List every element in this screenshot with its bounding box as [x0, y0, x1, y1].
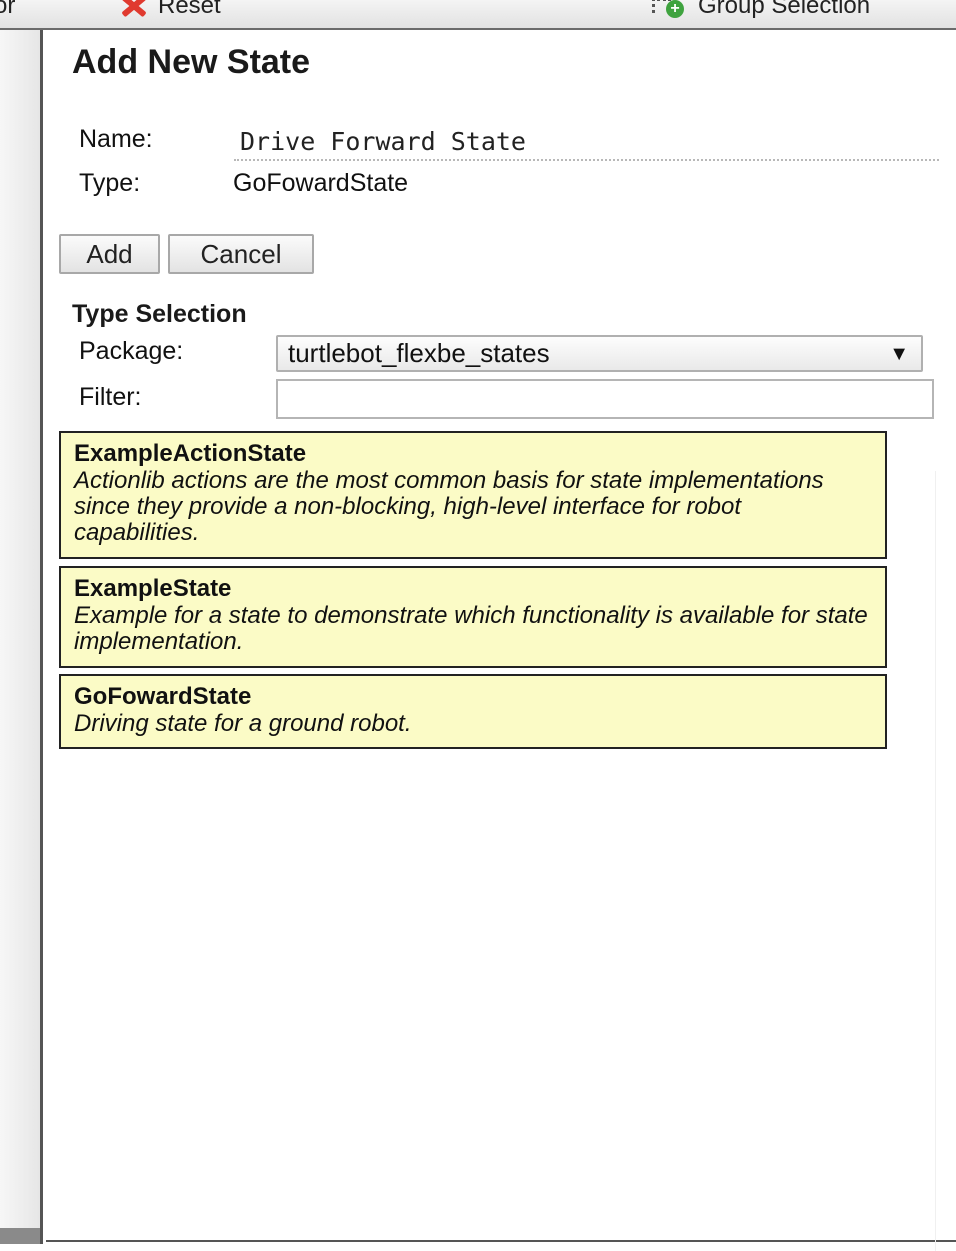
reset-label: Reset [158, 0, 221, 19]
filter-label: Filter: [79, 383, 142, 411]
add-state-dialog: Add New State Name: Type: GoFowardState … [46, 31, 956, 1251]
toolbar-cut-label: or [0, 0, 16, 19]
top-toolbar: or Reset + Group Selection [0, 0, 956, 30]
name-label: Name: [79, 125, 153, 153]
state-item-name: ExampleState [74, 575, 232, 602]
group-selection-button[interactable]: + Group Selection [650, 0, 870, 20]
group-selection-icon: + [650, 0, 688, 18]
group-selection-label: Group Selection [698, 0, 871, 19]
state-list-item[interactable]: ExampleState Example for a state to demo… [59, 566, 887, 668]
type-selection-heading: Type Selection [72, 300, 247, 328]
panel-divider [935, 471, 936, 1251]
toolbar-cut-item[interactable]: or [0, 0, 15, 20]
state-list-item[interactable]: GoFowardState Driving state for a ground… [59, 674, 887, 749]
dropdown-arrow-icon: ▼ [889, 343, 909, 365]
state-item-description: Actionlib actions are the most common ba… [74, 467, 824, 546]
package-select[interactable]: turtlebot_flexbe_states ▼ [276, 335, 923, 372]
state-item-description: Example for a state to demonstrate which… [74, 602, 868, 655]
state-list-item[interactable]: ExampleActionState Actionlib actions are… [59, 431, 887, 559]
cancel-button[interactable]: Cancel [168, 234, 314, 274]
scrollbar[interactable] [0, 1228, 40, 1244]
state-item-name: GoFowardState [74, 683, 252, 710]
filter-input[interactable] [276, 379, 934, 419]
background-canvas-strip [0, 30, 43, 1244]
add-button[interactable]: Add [59, 234, 160, 274]
package-label: Package: [79, 337, 184, 365]
dialog-title: Add New State [72, 43, 311, 81]
package-select-value: turtlebot_flexbe_states [288, 338, 550, 368]
type-label: Type: [79, 169, 141, 197]
state-item-description: Driving state for a ground robot. [74, 710, 412, 737]
state-name-input[interactable] [234, 123, 939, 161]
state-item-name: ExampleActionState [74, 440, 307, 467]
reset-x-icon [118, 0, 148, 17]
reset-button[interactable]: Reset [118, 0, 221, 20]
type-value: GoFowardState [233, 169, 409, 197]
